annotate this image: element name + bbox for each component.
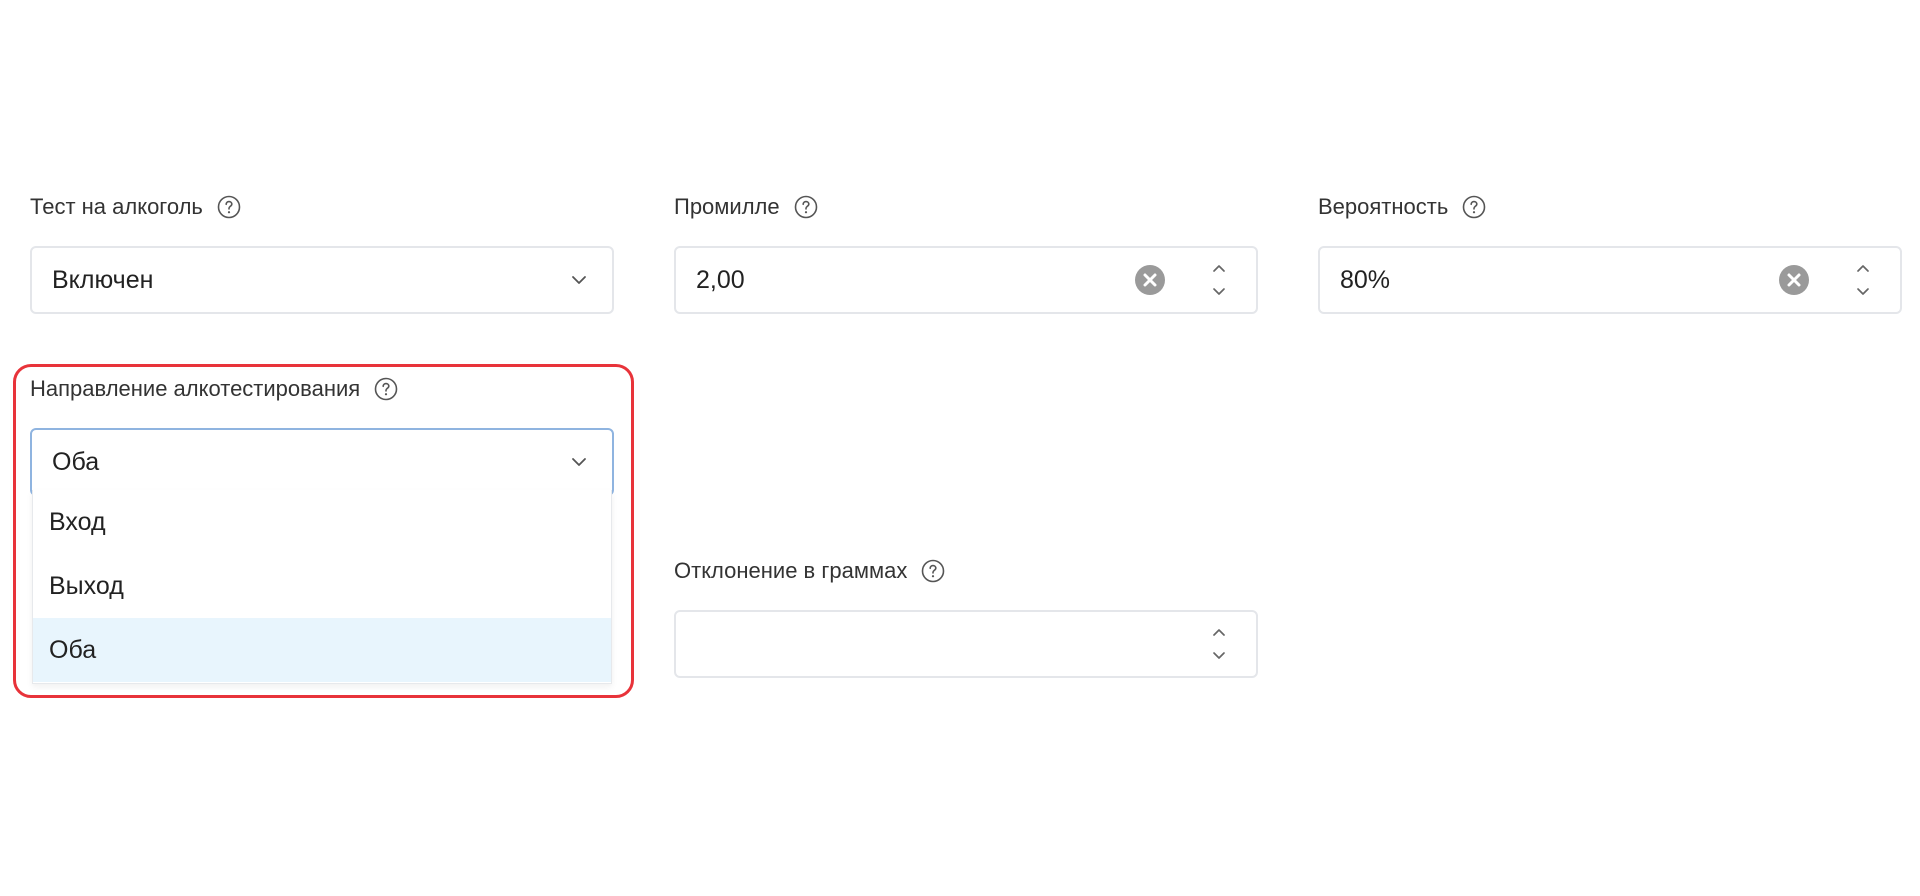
direction-value: Оба — [52, 447, 100, 476]
direction-select[interactable]: Оба — [30, 428, 614, 496]
chevron-up-icon[interactable] — [1854, 260, 1872, 276]
chevron-down-icon[interactable] — [568, 451, 590, 473]
promille-label-row: Промилле — [674, 192, 1258, 222]
clear-icon[interactable] — [1134, 264, 1166, 296]
settings-form: Тест на алкоголь Включен Промилле 2,00 В… — [0, 0, 1920, 896]
chevron-down-icon[interactable] — [1854, 284, 1872, 300]
probability-input[interactable]: 80% — [1318, 246, 1902, 314]
deviation-label-row: Отклонение в граммах — [674, 556, 1258, 586]
number-stepper[interactable] — [1210, 624, 1228, 664]
probability-value[interactable]: 80% — [1320, 266, 1900, 295]
question-circle-icon[interactable] — [1462, 195, 1486, 219]
question-circle-icon[interactable] — [374, 377, 398, 401]
question-circle-icon[interactable] — [921, 559, 945, 583]
probability-label: Вероятность — [1318, 194, 1449, 219]
promille-value[interactable]: 2,00 — [676, 266, 1256, 295]
probability-label-row: Вероятность — [1318, 192, 1902, 222]
alcohol-test-value: Включен — [52, 265, 154, 294]
chevron-down-icon[interactable] — [568, 269, 590, 291]
dropdown-option-both[interactable]: Оба — [33, 618, 611, 682]
dropdown-option-entry[interactable]: Вход — [33, 490, 611, 554]
dropdown-option-exit[interactable]: Выход — [33, 554, 611, 618]
chevron-down-icon[interactable] — [1210, 284, 1228, 300]
deviation-label: Отклонение в граммах — [674, 558, 908, 583]
chevron-up-icon[interactable] — [1210, 624, 1228, 640]
direction-label-row: Направление алкотестирования — [30, 374, 614, 404]
question-circle-icon[interactable] — [794, 195, 818, 219]
promille-field: Промилле 2,00 — [674, 192, 1258, 314]
chevron-down-icon[interactable] — [1210, 648, 1228, 664]
question-circle-icon[interactable] — [217, 195, 241, 219]
clear-icon[interactable] — [1778, 264, 1810, 296]
chevron-up-icon[interactable] — [1210, 260, 1228, 276]
promille-label: Промилле — [674, 194, 780, 219]
alcohol-test-label: Тест на алкоголь — [30, 194, 203, 219]
number-stepper[interactable] — [1854, 260, 1872, 300]
direction-field: Направление алкотестирования Оба — [30, 374, 614, 496]
probability-field: Вероятность 80% — [1318, 192, 1902, 314]
direction-dropdown-menu: Вход Выход Оба — [32, 490, 612, 684]
direction-label: Направление алкотестирования — [30, 376, 361, 401]
alcohol-test-label-row: Тест на алкоголь — [30, 192, 614, 222]
deviation-field: Отклонение в граммах — [674, 556, 1258, 678]
promille-input[interactable]: 2,00 — [674, 246, 1258, 314]
number-stepper[interactable] — [1210, 260, 1228, 300]
deviation-input[interactable] — [674, 610, 1258, 678]
alcohol-test-select[interactable]: Включен — [30, 246, 614, 314]
alcohol-test-field: Тест на алкоголь Включен — [30, 192, 614, 314]
